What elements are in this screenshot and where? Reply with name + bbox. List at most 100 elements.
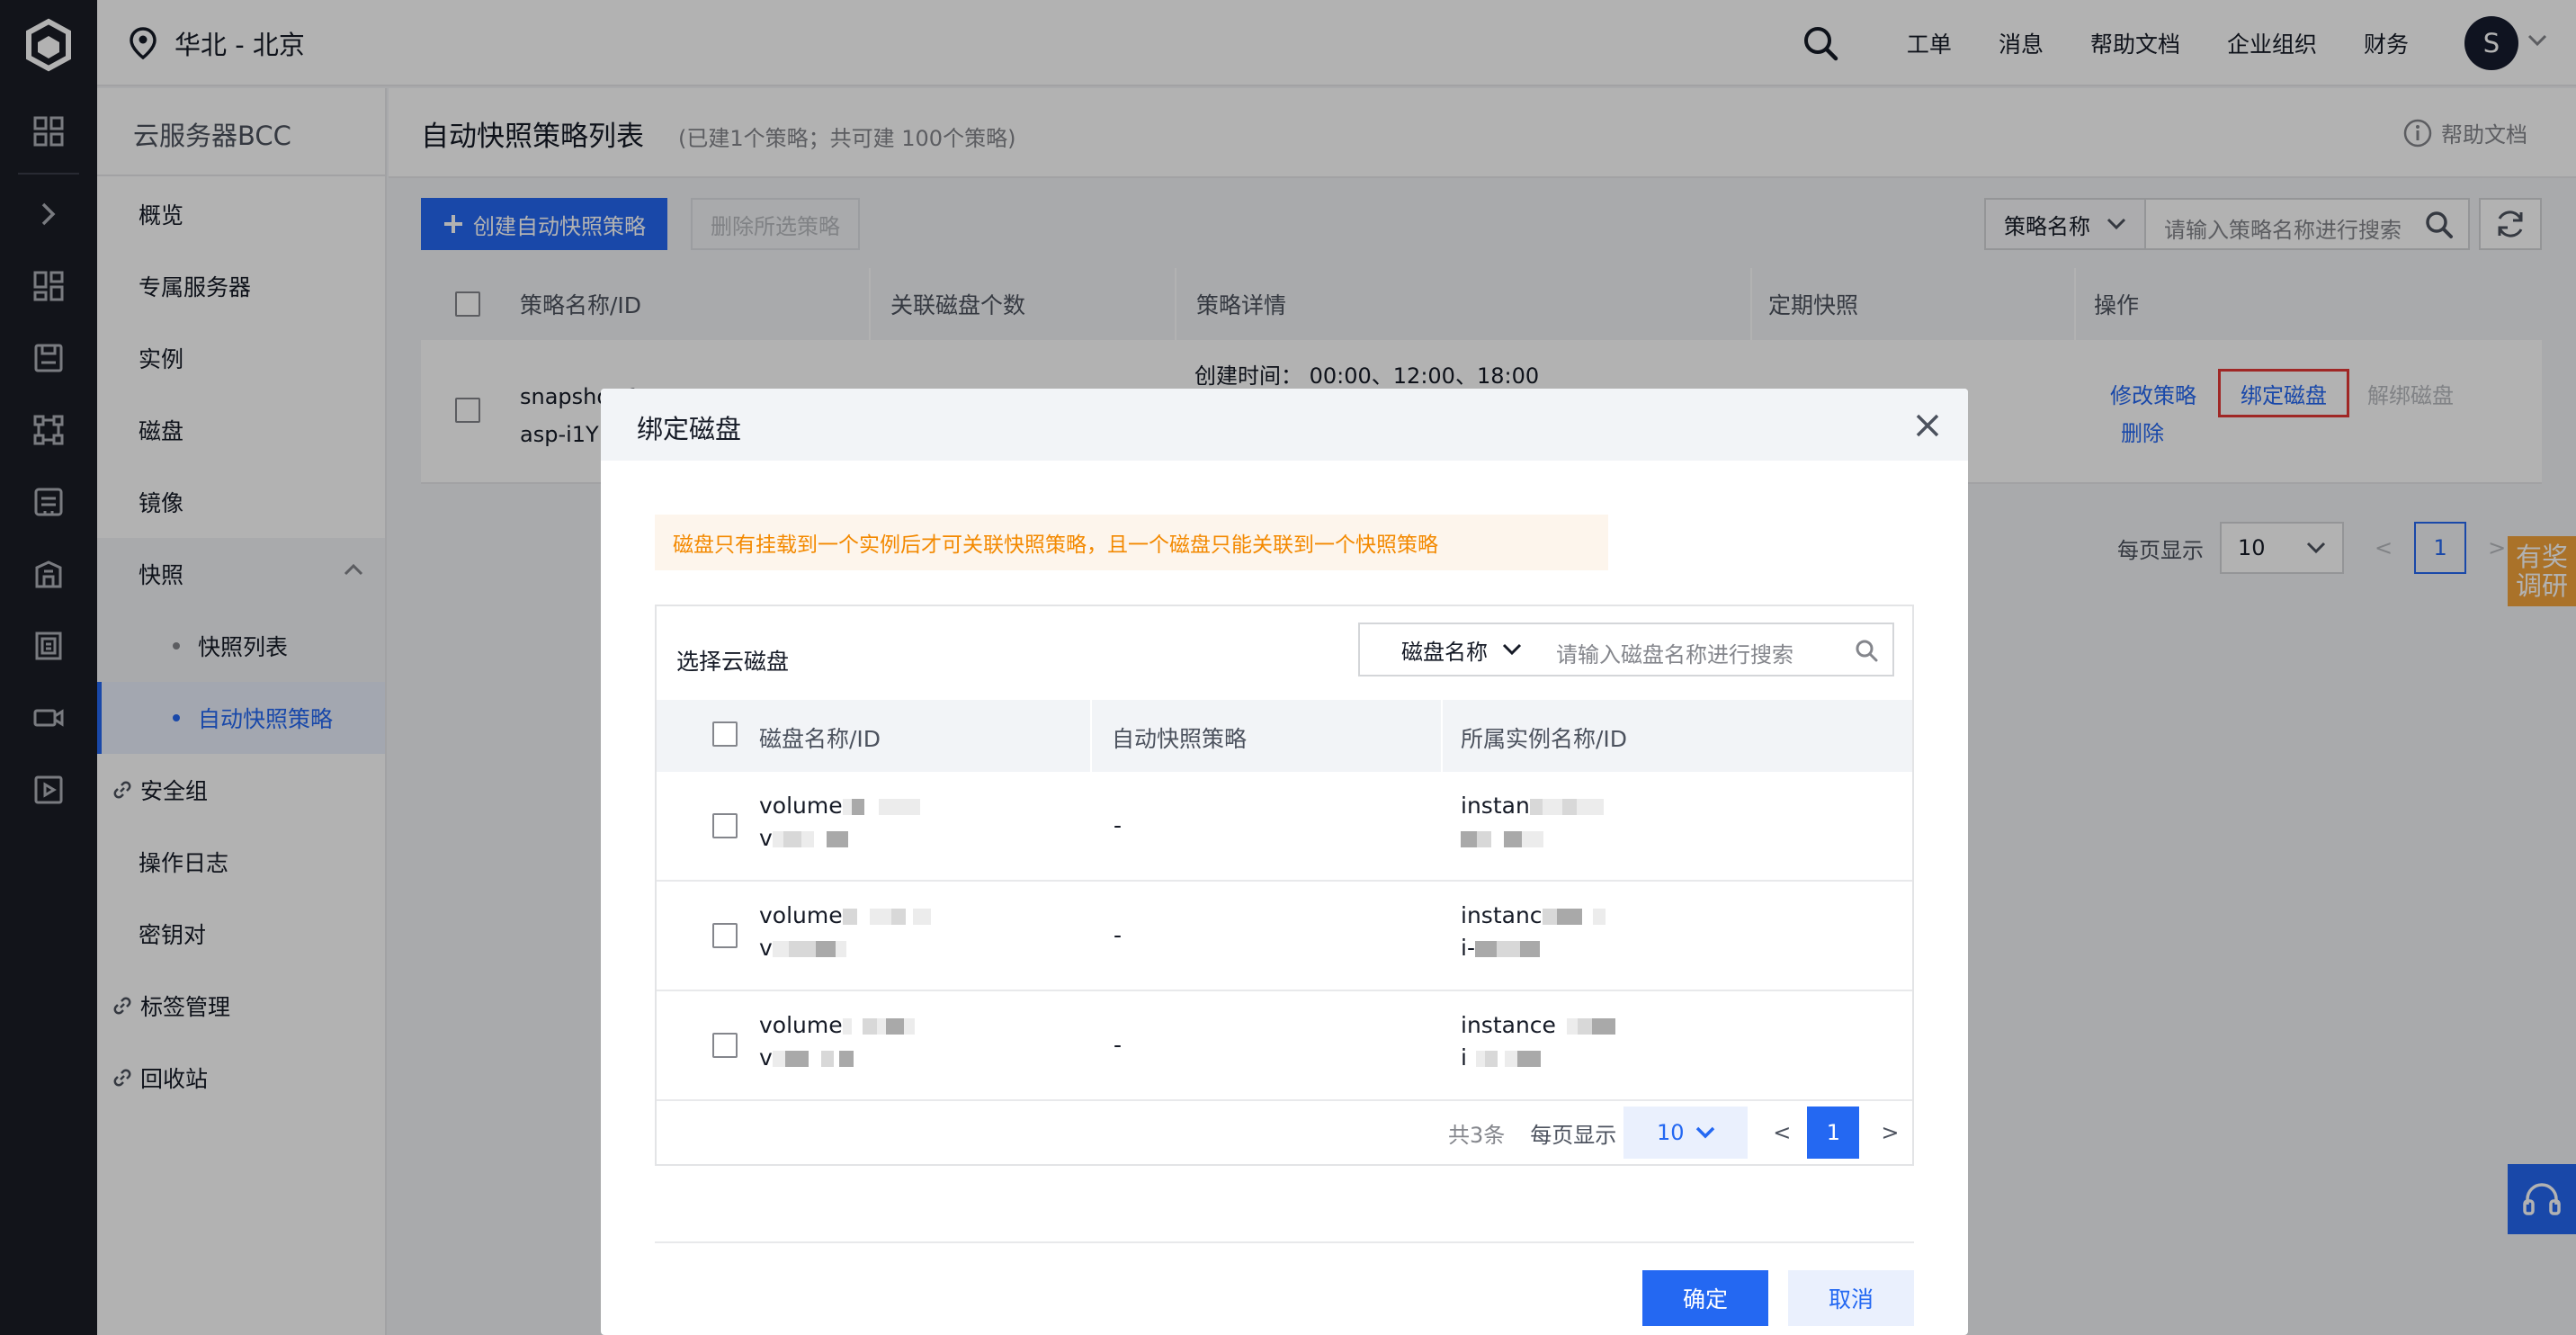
redacted-block xyxy=(842,1018,852,1035)
redacted-block xyxy=(1477,831,1491,847)
select-all-checkbox[interactable] xyxy=(712,721,738,747)
disk-name: volume xyxy=(759,793,843,819)
page-size-value: 10 xyxy=(1657,1120,1685,1145)
instance-cell: instanc i- xyxy=(1461,900,1606,964)
footer-divider xyxy=(655,1241,1914,1243)
redacted-block xyxy=(885,1018,904,1035)
disk-search-box: 请输入磁盘名称进行搜索 xyxy=(1538,623,1894,676)
instance-id: i xyxy=(1461,1044,1467,1071)
redacted-block xyxy=(1519,941,1540,957)
disk-select-panel: 选择云磁盘 磁盘名称 请输入磁盘名称进行搜索 磁盘名称/ID 自动快照策略 所属… xyxy=(655,605,1914,1166)
redacted-block xyxy=(842,909,857,925)
search-field-label: 磁盘名称 xyxy=(1401,639,1488,665)
panel-title: 选择云磁盘 xyxy=(676,649,790,675)
prev-page-button[interactable]: < xyxy=(1773,1120,1791,1145)
redacted-block xyxy=(784,1051,809,1067)
redacted-block xyxy=(835,941,846,957)
page-size-select[interactable]: 10 xyxy=(1623,1107,1749,1159)
redacted-block xyxy=(1504,1051,1517,1067)
chevron-down-icon xyxy=(1502,643,1522,656)
redacted-block xyxy=(838,1051,854,1067)
next-page-button[interactable]: > xyxy=(1881,1120,1899,1145)
column-header: 磁盘名称/ID xyxy=(759,726,881,752)
redacted-block xyxy=(772,831,783,847)
redacted-block xyxy=(1496,941,1520,957)
redacted-block xyxy=(1516,1051,1541,1067)
column-header: 自动快照策略 xyxy=(1112,726,1248,752)
redacted-block xyxy=(903,1018,915,1035)
redacted-block xyxy=(801,831,814,847)
redacted-block xyxy=(1475,1051,1485,1067)
disk-name: volume xyxy=(759,1012,843,1038)
redacted-block xyxy=(1504,831,1522,847)
dialog-title: 绑定磁盘 xyxy=(637,414,742,444)
redacted-block xyxy=(890,909,906,925)
redacted-block xyxy=(788,941,816,957)
disk-name-cell: volume v xyxy=(759,1009,915,1074)
instance-cell: instance i xyxy=(1461,1009,1615,1074)
bind-disk-dialog: 绑定磁盘 磁盘只有挂载到一个实例后才可关联快照策略，且一个磁盘只能关联到一个快照… xyxy=(601,389,1968,1335)
cancel-button[interactable]: 取消 xyxy=(1788,1270,1914,1326)
instance-name: instan xyxy=(1461,793,1530,819)
redacted-block xyxy=(1577,1018,1592,1035)
page-number-button[interactable]: 1 xyxy=(1807,1107,1860,1159)
instance-name: instanc xyxy=(1461,902,1543,928)
redacted-block xyxy=(1522,831,1543,847)
redacted-block xyxy=(1592,909,1606,925)
disk-search-field-select[interactable]: 磁盘名称 xyxy=(1358,623,1540,676)
redacted-block xyxy=(862,1018,877,1035)
disk-table-header: 磁盘名称/ID 自动快照策略 所属实例名称/ID xyxy=(657,700,1912,772)
confirm-button[interactable]: 确定 xyxy=(1642,1270,1768,1326)
redacted-block xyxy=(1461,831,1477,847)
total-count: 共3条 xyxy=(1448,1122,1506,1148)
redacted-block xyxy=(815,941,836,957)
redacted-block xyxy=(1561,799,1577,815)
redacted-block xyxy=(1566,1018,1578,1035)
redacted-block xyxy=(820,1051,834,1067)
disk-id: v xyxy=(759,1044,773,1071)
column-divider xyxy=(1441,700,1443,772)
disk-pagination: 共3条 每页显示 10 < 1 > xyxy=(1448,1107,1900,1159)
instance-cell: instan xyxy=(1461,790,1604,855)
redacted-block xyxy=(876,1018,886,1035)
redacted-block xyxy=(772,941,789,957)
redacted-block xyxy=(851,799,864,815)
redacted-block xyxy=(1529,799,1543,815)
row-checkbox[interactable] xyxy=(712,813,738,838)
disk-name: volume xyxy=(759,902,843,928)
table-row[interactable]: volume v - instan xyxy=(657,772,1912,882)
policy-cell: - xyxy=(1114,812,1123,838)
redacted-block xyxy=(842,799,852,815)
table-row[interactable]: volume v - instanc i- xyxy=(657,882,1912,991)
redacted-block xyxy=(1556,909,1582,925)
close-icon[interactable] xyxy=(1912,410,1943,441)
redacted-block xyxy=(1591,1018,1615,1035)
redacted-block xyxy=(912,909,931,925)
redacted-block xyxy=(1474,941,1497,957)
search-icon[interactable] xyxy=(1855,639,1878,662)
row-checkbox[interactable] xyxy=(712,923,738,948)
dialog-header xyxy=(601,389,1968,461)
instance-id: i- xyxy=(1461,935,1475,961)
policy-cell: - xyxy=(1114,1032,1123,1058)
column-header: 所属实例名称/ID xyxy=(1461,726,1628,752)
redacted-block xyxy=(1542,799,1562,815)
disk-name-cell: volume v xyxy=(759,900,931,964)
table-row[interactable]: volume v - instance i xyxy=(657,991,1912,1101)
page-size-label: 每页显示 xyxy=(1530,1122,1617,1148)
disk-name-cell: volume v xyxy=(759,790,920,855)
redacted-block xyxy=(1576,799,1604,815)
redacted-block xyxy=(1484,1051,1498,1067)
disk-search-input[interactable]: 请输入磁盘名称进行搜索 xyxy=(1556,637,1793,668)
instance-name: instance xyxy=(1461,1012,1556,1038)
redacted-block xyxy=(878,799,897,815)
policy-cell: - xyxy=(1114,922,1123,948)
row-checkbox[interactable] xyxy=(712,1033,738,1058)
redacted-block xyxy=(896,799,920,815)
redacted-block xyxy=(826,831,848,847)
disk-id: v xyxy=(759,825,773,851)
column-divider xyxy=(1090,700,1092,772)
redacted-block xyxy=(772,1051,785,1067)
chevron-down-icon xyxy=(1695,1126,1715,1139)
redacted-block xyxy=(869,909,891,925)
